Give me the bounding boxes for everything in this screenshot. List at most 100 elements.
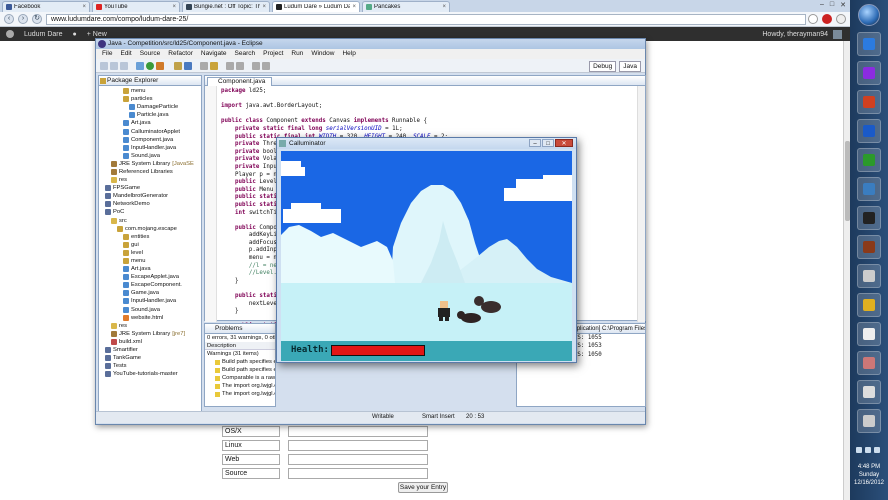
game-canvas[interactable]: Health: xyxy=(281,151,572,361)
tree-item[interactable]: gui xyxy=(99,241,201,249)
tree-item[interactable]: website.html xyxy=(99,314,201,322)
close-icon[interactable]: ✕ xyxy=(840,1,846,9)
open-type-icon[interactable] xyxy=(210,62,218,70)
tree-item[interactable]: res xyxy=(99,176,201,184)
tree-item[interactable]: InputHandler.java xyxy=(99,144,201,152)
tree-item[interactable]: src xyxy=(99,217,201,225)
editor-scrollbar[interactable] xyxy=(637,86,645,322)
tree-item[interactable]: Game.java xyxy=(99,289,201,297)
taskbar-app-button[interactable] xyxy=(857,206,881,230)
external-tools-icon[interactable] xyxy=(156,62,164,70)
problem-row[interactable]: The import org.lwjgl.opengl.GL11 is neve… xyxy=(205,390,275,398)
minimize-icon[interactable]: – xyxy=(820,1,824,9)
comments-icon[interactable]: ● xyxy=(73,31,77,38)
close-button[interactable]: ✕ xyxy=(555,139,573,147)
close-tab-icon[interactable]: × xyxy=(262,4,266,10)
tree-item[interactable]: CalluminatorApplet xyxy=(99,127,201,135)
close-tab-icon[interactable]: × xyxy=(172,4,176,10)
tree-item[interactable]: InputHandler.java xyxy=(99,297,201,305)
wordpress-icon[interactable] xyxy=(6,30,14,38)
browser-tab[interactable]: Bungie.net : Off Topic: Th × xyxy=(182,1,270,12)
browser-tab[interactable]: YouTube × xyxy=(92,1,180,12)
tree-item[interactable]: JRE System Library [jre7] xyxy=(99,330,201,338)
taskbar-app-button[interactable] xyxy=(857,90,881,114)
taskbar-app-button[interactable] xyxy=(857,119,881,143)
menu-item-project[interactable]: Project xyxy=(263,49,283,59)
tree-item[interactable]: menu xyxy=(99,87,201,95)
tree-item[interactable]: JRE System Library [JavaSE xyxy=(99,160,201,168)
taskbar-app-button[interactable] xyxy=(857,177,881,201)
save-icon[interactable] xyxy=(110,62,118,70)
url-input[interactable] xyxy=(288,426,428,437)
taskbar-app-button[interactable] xyxy=(857,409,881,433)
warnings-group[interactable]: Warnings (31 items) xyxy=(205,350,275,358)
close-tab-icon[interactable]: × xyxy=(352,4,356,10)
star-icon[interactable] xyxy=(808,14,818,24)
tree-item[interactable]: Art.java xyxy=(99,119,201,127)
opera-icon[interactable] xyxy=(822,14,832,24)
taskbar-app-button[interactable] xyxy=(857,322,881,346)
forward-icon[interactable] xyxy=(262,62,270,70)
volume-icon[interactable] xyxy=(865,447,871,453)
tree-item[interactable]: YouTube-tutorials-master xyxy=(99,370,201,378)
taskbar-app-button[interactable] xyxy=(857,148,881,172)
menu-item-source[interactable]: Source xyxy=(140,49,161,59)
clock[interactable]: 4:48 PM Sunday 12/16/2012 xyxy=(852,463,886,487)
menu-item-navigate[interactable]: Navigate xyxy=(201,49,227,59)
problem-row[interactable]: Build path specifies execution environme… xyxy=(205,366,275,374)
problem-row[interactable]: The import org.lwjgl.opengl.GL11 is neve… xyxy=(205,382,275,390)
taskbar-app-button[interactable] xyxy=(857,264,881,288)
debug-icon[interactable] xyxy=(136,62,144,70)
tree-item[interactable]: Particle.java xyxy=(99,111,201,119)
taskbar-app-button[interactable] xyxy=(857,32,881,56)
menu-item-window[interactable]: Window xyxy=(311,49,334,59)
run-icon[interactable] xyxy=(146,62,154,70)
taskbar-app-button[interactable] xyxy=(857,293,881,317)
tree-item[interactable]: Art.java xyxy=(99,265,201,273)
url-bar[interactable]: www.ludumdare.com/compo/ludum-dare-25/ xyxy=(46,13,806,25)
tree-item[interactable]: EscapeComponent. xyxy=(99,281,201,289)
tree-item[interactable]: Component.java xyxy=(99,136,201,144)
tree-item[interactable]: FPSGame xyxy=(99,184,201,192)
new-icon[interactable] xyxy=(100,62,108,70)
tree-item[interactable]: res xyxy=(99,322,201,330)
back-button[interactable]: ‹ xyxy=(4,14,14,24)
wrench-icon[interactable] xyxy=(836,14,846,24)
package-explorer-tab[interactable]: Package Explorer xyxy=(99,76,201,86)
tree-item[interactable]: DamageParticle xyxy=(99,103,201,111)
description-column-header[interactable]: Description xyxy=(205,342,275,350)
reload-button[interactable]: ↻ xyxy=(32,14,42,24)
tab-problems[interactable]: Problems xyxy=(205,324,275,334)
url-input[interactable] xyxy=(288,468,428,479)
search-icon[interactable] xyxy=(200,62,208,70)
browser-tab[interactable]: Pancakes × xyxy=(362,1,450,12)
page-scrollbar[interactable] xyxy=(843,41,850,500)
tab-component-java[interactable]: Component.java xyxy=(207,77,273,86)
url-input[interactable] xyxy=(288,440,428,451)
tree-item[interactable]: Sound.java xyxy=(99,306,201,314)
platform-label-field[interactable]: Source xyxy=(222,468,280,479)
problem-row[interactable]: Comparable is a raw type. References to … xyxy=(205,374,275,382)
close-tab-icon[interactable]: × xyxy=(82,4,86,10)
network-icon[interactable] xyxy=(856,447,862,453)
browser-tab[interactable]: Facebook × xyxy=(2,1,90,12)
platform-label-field[interactable]: Web xyxy=(222,454,280,465)
next-annotation-icon[interactable] xyxy=(226,62,234,70)
tree-item[interactable]: com.mojang.escape xyxy=(99,225,201,233)
taskbar-app-button[interactable] xyxy=(857,380,881,404)
menu-item-search[interactable]: Search xyxy=(235,49,256,59)
platform-label-field[interactable]: OS/X xyxy=(222,426,280,437)
tree-item[interactable]: Smartifier xyxy=(99,346,201,354)
menu-item-file[interactable]: File xyxy=(102,49,112,59)
menu-item-help[interactable]: Help xyxy=(342,49,355,59)
tree-item[interactable]: entities xyxy=(99,233,201,241)
tree-item[interactable]: PoC xyxy=(99,208,201,216)
taskbar-app-button[interactable] xyxy=(857,61,881,85)
forward-button[interactable]: › xyxy=(18,14,28,24)
menu-item-run[interactable]: Run xyxy=(291,49,303,59)
new-package-icon[interactable] xyxy=(174,62,182,70)
new-link[interactable]: + New xyxy=(87,31,107,38)
tree-item[interactable]: build.xml xyxy=(99,338,201,346)
tree-item[interactable]: level xyxy=(99,249,201,257)
tree-item[interactable]: Referenced Libraries xyxy=(99,168,201,176)
